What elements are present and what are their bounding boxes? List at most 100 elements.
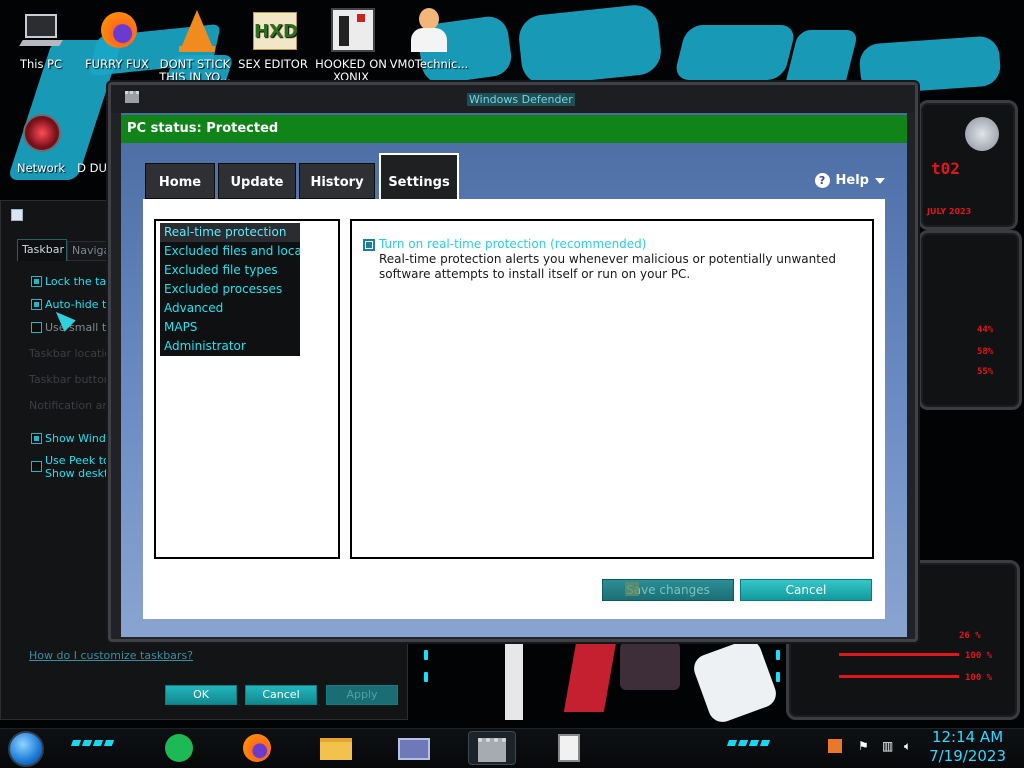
customize-taskbars-link[interactable]: How do I customize taskbars? (29, 649, 193, 662)
tab-history[interactable]: History (299, 163, 375, 199)
settings-nav-list: Real-time protection Excluded files and … (160, 223, 300, 356)
help-menu[interactable]: ? Help (814, 173, 885, 188)
nav-advanced[interactable]: Advanced (160, 299, 300, 318)
computer-icon (17, 8, 65, 54)
desktop-icon-hooked-on-xonix[interactable]: HOOKED ON XONIX (310, 8, 392, 84)
cancel-button[interactable]: Cancel (245, 685, 317, 705)
widget-pct-1: 44% (977, 325, 994, 335)
cancel-button[interactable]: Cancel (740, 579, 872, 601)
shield-icon (625, 582, 639, 596)
real-time-protection-description: Real-time protection alerts you whenever… (379, 252, 836, 281)
tray-app-icon[interactable] (828, 739, 842, 753)
flag-icon[interactable]: ⚑ (858, 739, 869, 753)
nav-administrator[interactable]: Administrator (160, 337, 300, 356)
widget-pct-3: 55% (977, 367, 994, 377)
tab-update[interactable]: Update (218, 163, 296, 199)
taskbar: ⚑ ▥ 🔈︎ 12:14 AM 7/19/2023 (0, 728, 1024, 768)
desktop-icon-label: VM0Technic... (389, 57, 469, 71)
desktop-icon-network[interactable]: Network (0, 112, 82, 175)
notification-area-label: Notification area (29, 399, 121, 412)
partial-icon (82, 112, 102, 158)
start-button[interactable] (8, 731, 44, 767)
desktop-icon-label: Network (16, 161, 66, 175)
spotify-icon (165, 734, 193, 762)
use-peek-label-2: Show deskto (45, 467, 116, 480)
vlc-icon (171, 8, 219, 54)
desktop-icon-label: FURRY FUX (85, 57, 149, 71)
pc-status-bar: PC status: Protected (121, 115, 907, 143)
desktop-icon-vm0technic[interactable]: VM0Technic... (388, 8, 470, 71)
help-label: Help (835, 173, 869, 188)
widget-pct-4: 26 % (959, 631, 981, 641)
taskbar-control-panel[interactable] (390, 731, 438, 765)
taskbar-file-explorer[interactable] (312, 731, 360, 765)
network-tray-icon[interactable]: ▥ (882, 739, 893, 753)
desktop-icon-label: DONT STICK THIS IN YO... (159, 57, 231, 84)
ok-button[interactable]: OK (165, 685, 237, 705)
control-panel-icon (398, 738, 430, 760)
desktop-icon-label: SEX EDITOR (238, 57, 308, 71)
windows-defender-window: Windows Defender PC status: Protected Ho… (108, 82, 918, 642)
tab-home[interactable]: Home (145, 163, 215, 199)
nav-excluded-file-types[interactable]: Excluded file types (160, 261, 300, 280)
taskbar-location-label: Taskbar location (29, 347, 119, 360)
show-windows-checkbox[interactable] (31, 433, 42, 444)
firefox-icon (93, 8, 141, 54)
defender-client-area: PC status: Protected Home Update History… (121, 113, 907, 637)
game-icon (327, 8, 375, 54)
firefox-icon (243, 734, 271, 762)
widget-pct-2: 58% (977, 347, 994, 357)
tab-settings[interactable]: Settings (379, 153, 459, 199)
desktop-icon-furry-fux[interactable]: FURRY FUX (76, 8, 158, 71)
chevron-down-icon (875, 177, 885, 184)
widget-title-text: t02 (931, 159, 960, 178)
taskbar-buttons-label: Taskbar buttons (29, 373, 117, 386)
network-icon (17, 112, 65, 158)
nav-real-time-protection[interactable]: Real-time protection (160, 223, 300, 242)
real-time-protection-checkbox[interactable] (363, 239, 375, 251)
desktop-icon-dont-stick[interactable]: DONT STICK THIS IN YO... (154, 8, 236, 84)
use-peek-checkbox[interactable] (31, 461, 42, 472)
settings-detail-pane: Turn on real-time protection (recommende… (350, 219, 874, 559)
widget-pct-6: 100 % (965, 673, 993, 683)
save-changes-button[interactable]: Save changes (602, 579, 734, 601)
small-buttons-checkbox[interactable] (31, 322, 42, 333)
desktop-icon-label: This PC (19, 57, 63, 71)
lock-taskbar-checkbox[interactable] (31, 276, 42, 287)
volume-icon[interactable]: 🔈︎ (904, 739, 911, 754)
use-peek-label: Use Peek to (45, 454, 110, 467)
taskbar-windows-defender[interactable] (468, 731, 516, 765)
nav-excluded-processes[interactable]: Excluded processes (160, 280, 300, 299)
clipboard-icon (558, 734, 580, 762)
desktop-icon-partial[interactable]: D DU (72, 112, 112, 175)
auto-hide-label: Auto-hide th (45, 298, 114, 311)
apply-button[interactable]: Apply (326, 685, 398, 705)
tab-label: Naviga (72, 244, 111, 257)
taskbar-spotify[interactable] (156, 731, 204, 765)
clock[interactable]: 12:14 AM 7/19/2023 (929, 728, 1006, 766)
nav-maps[interactable]: MAPS (160, 318, 300, 337)
tab-taskbar[interactable]: Taskbar (17, 239, 67, 261)
taskbar-task-manager[interactable] (546, 731, 594, 765)
desktop-icon-this-pc[interactable]: This PC (0, 8, 82, 71)
nav-excluded-files[interactable]: Excluded files and locat... (160, 242, 300, 261)
desktop-icon-label: HOOKED ON XONIX (315, 57, 387, 84)
taskbar-firefox[interactable] (234, 731, 282, 765)
app-castle-icon (125, 91, 139, 103)
widget-date-text: JULY 2023 (927, 207, 972, 216)
folder-icon (320, 738, 352, 760)
hex-editor-icon: HXD (249, 8, 298, 54)
title-bar[interactable]: Windows Defender (111, 85, 915, 113)
auto-hide-checkbox[interactable] (31, 299, 42, 310)
tab-navigation[interactable]: Naviga (67, 241, 111, 261)
window-title: Windows Defender (467, 93, 575, 106)
taskbar-decoration (726, 740, 771, 748)
doctor-icon (405, 8, 453, 54)
tab-label: Taskbar (22, 243, 64, 256)
desktop-icon-sex-editor[interactable]: HXD SEX EDITOR (232, 8, 314, 71)
clock-time: 12:14 AM (931, 728, 1004, 746)
real-time-protection-label[interactable]: Turn on real-time protection (recommende… (379, 237, 646, 251)
taskbar-decoration (70, 740, 115, 748)
clock-date: 7/19/2023 (929, 747, 1006, 765)
desktop-icon-label: D DU (77, 161, 107, 175)
